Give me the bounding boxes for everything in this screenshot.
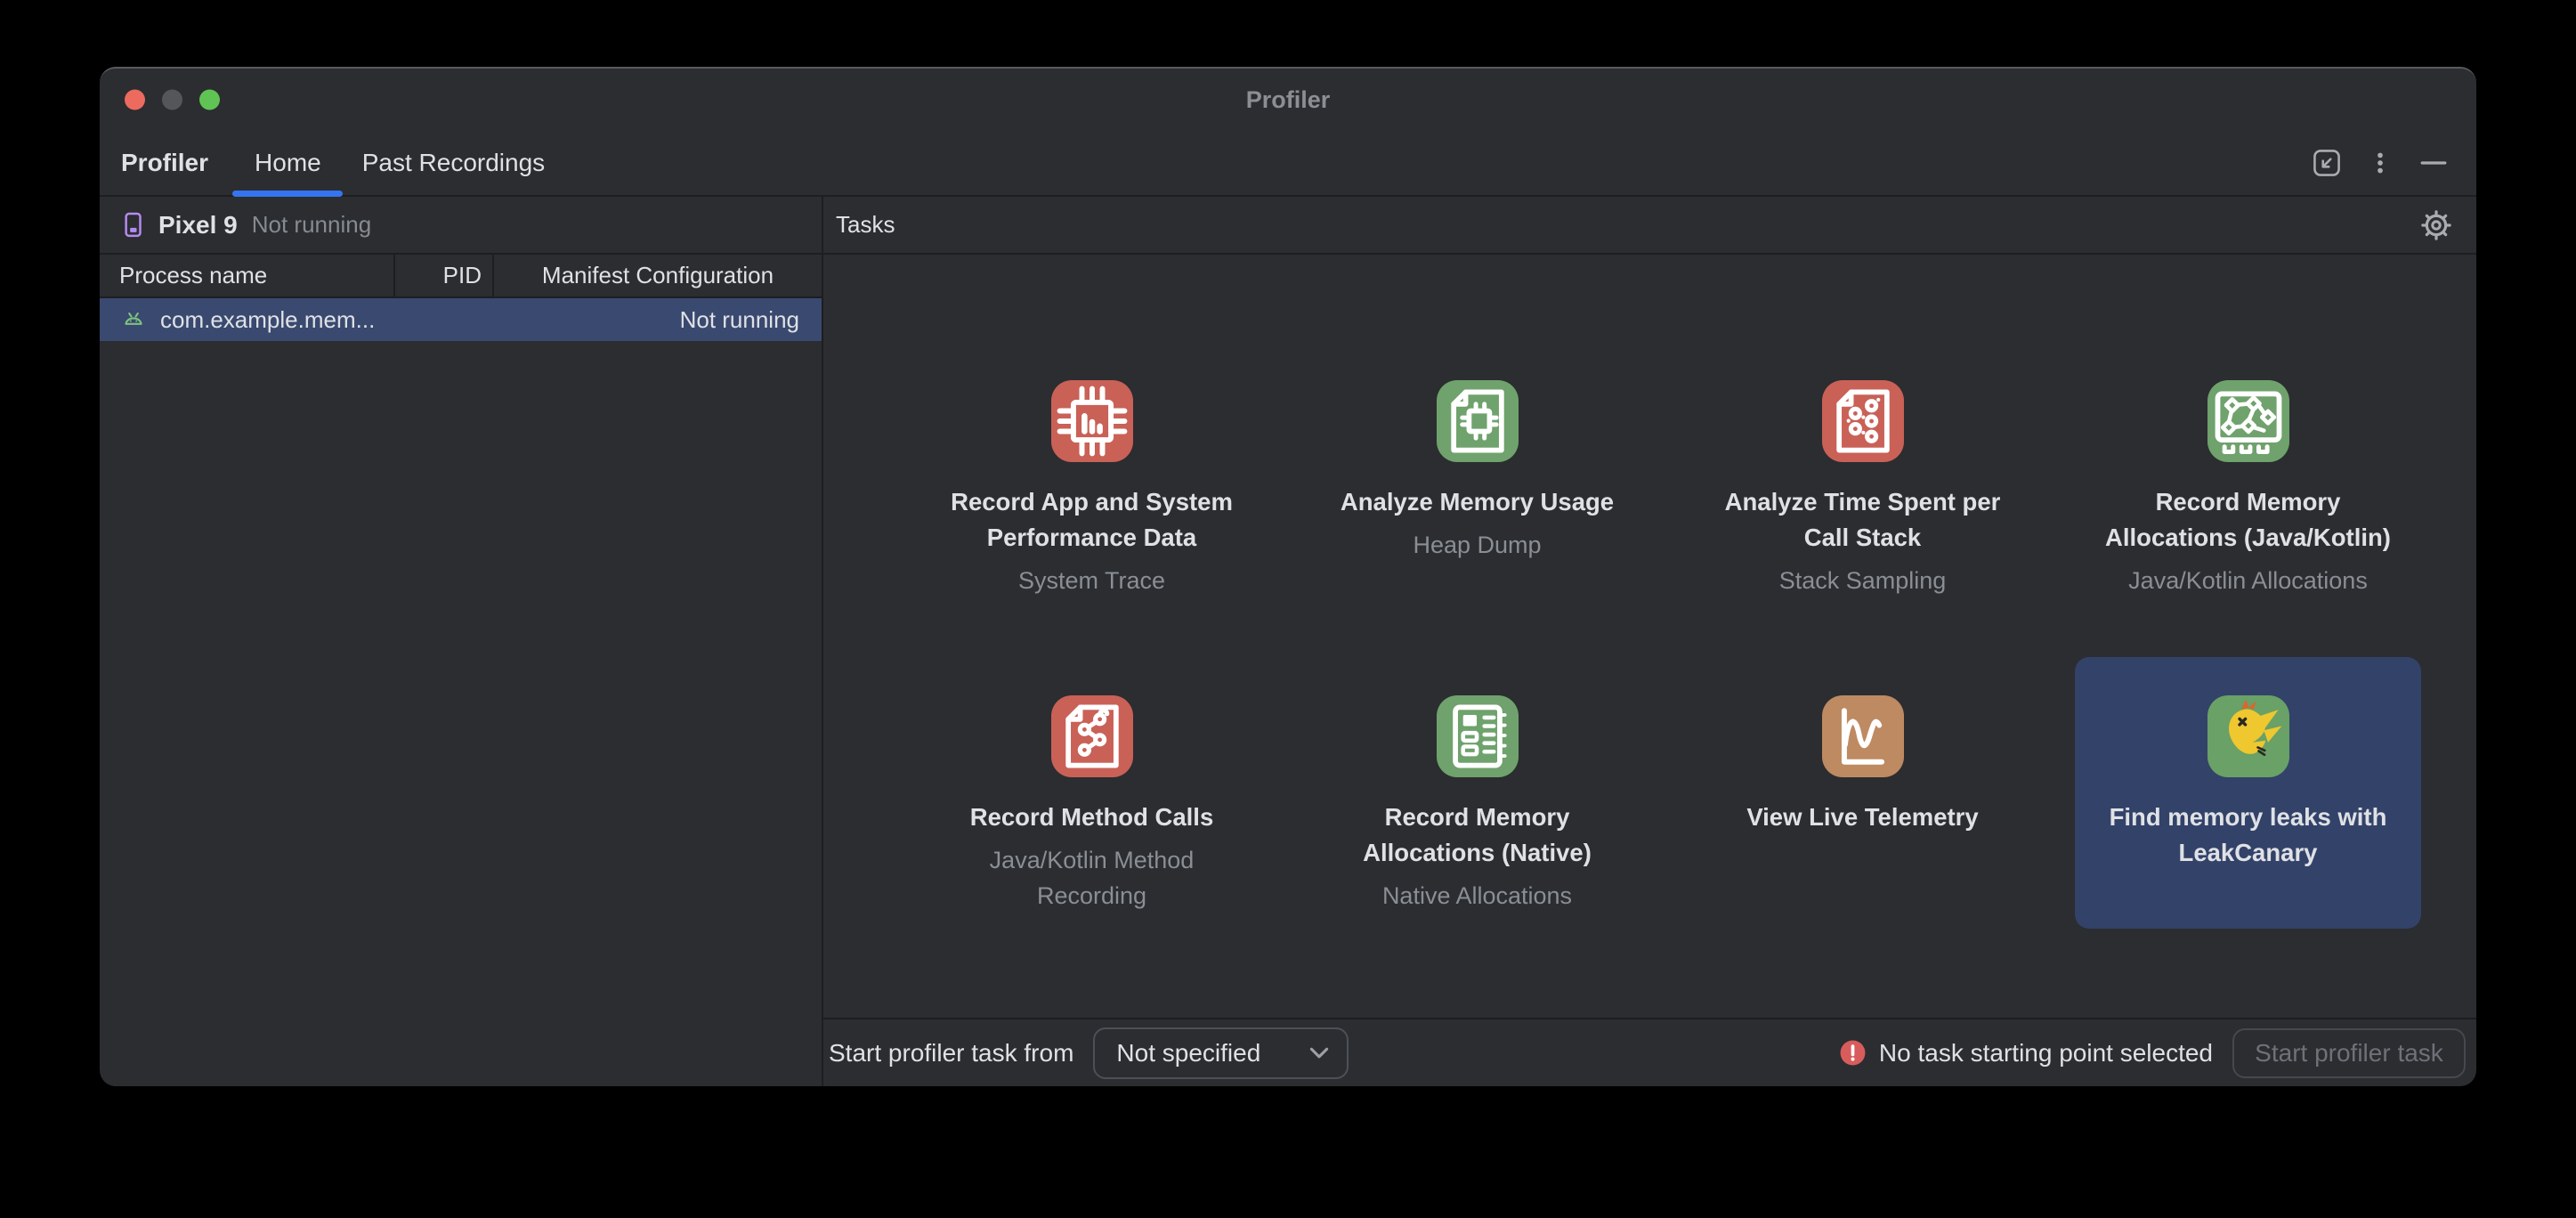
start-point-dropdown[interactable]: Not specified [1093,1027,1349,1079]
native-list-icon [1437,695,1519,777]
task-card-leakcanary[interactable]: Find memory leaks with LeakCanary [2075,657,2421,929]
document-chip-icon [1437,380,1519,462]
start-from-label: Start profiler task from [829,1039,1073,1068]
table-row-process[interactable]: com.example.mem... Not running [100,298,822,341]
device-icon [117,210,148,240]
task-card-live-telemetry[interactable]: View Live Telemetry [1689,657,2036,929]
error-icon [1839,1039,1867,1067]
gear-icon[interactable] [2418,207,2455,244]
process-table-header: Process name PID Manifest Configuration [100,255,822,298]
title-bar: Profiler [100,69,2476,131]
traffic-lights [125,90,220,110]
document-methods-icon [1051,695,1133,777]
start-profiler-task-button[interactable]: Start profiler task [2232,1028,2466,1078]
task-card-method-recording[interactable]: Record Method Calls Java/Kotlin Method R… [919,657,1265,929]
embed-window-icon[interactable] [2307,143,2346,183]
process-status: Not running [680,306,799,334]
process-list-panel: Pixel 9 Not running Process name PID Man… [100,197,823,1086]
device-status: Not running [252,211,371,239]
memory-module-icon [2207,380,2289,462]
column-pid[interactable]: PID [395,255,494,296]
task-grid-area: Record App and System Performance Data S… [823,255,2476,1018]
tab-past-recordings[interactable]: Past Recordings [362,131,545,195]
task-card-heap-dump[interactable]: Analyze Memory Usage Heap Dump [1304,342,1650,613]
more-options-icon[interactable] [2361,143,2400,183]
device-name: Pixel 9 [158,211,238,240]
tasks-title: Tasks [836,211,895,239]
zoom-window-button[interactable] [199,90,220,110]
tab-home[interactable]: Home [255,131,321,195]
tool-window-title: Profiler [121,149,208,177]
tab-bar: Profiler Home Past Recordings [100,131,2476,197]
tasks-header: Tasks [823,197,2476,255]
minimize-icon[interactable] [2414,143,2453,183]
chevron-down-icon [1309,1047,1329,1060]
column-manifest-configuration[interactable]: Manifest Configuration [494,255,822,296]
minimize-window-button[interactable] [162,90,182,110]
task-card-native-allocations[interactable]: Record Memory Allocations (Native) Nativ… [1304,657,1650,929]
task-card-java-kotlin-allocations[interactable]: Record Memory Allocations (Java/Kotlin) … [2075,342,2421,613]
warning-text: No task starting point selected [1879,1039,2213,1068]
task-card-system-trace[interactable]: Record App and System Performance Data S… [919,342,1265,613]
cpu-chart-icon [1051,380,1133,462]
column-process-name[interactable]: Process name [100,255,395,296]
android-icon [119,305,148,334]
device-header: Pixel 9 Not running [100,197,822,255]
task-footer-bar: Start profiler task from Not specified [823,1018,2476,1086]
process-name: com.example.mem... [160,306,375,334]
telemetry-chart-icon [1822,695,1904,777]
close-window-button[interactable] [125,90,145,110]
leakcanary-bird-icon [2207,695,2289,777]
document-callstack-icon [1822,380,1904,462]
profiler-window: Profiler Profiler Home Past Recordings [100,67,2476,1086]
window-title: Profiler [100,86,2476,114]
tasks-panel: Tasks [823,197,2476,1086]
task-card-stack-sampling[interactable]: Analyze Time Spent per Call Stack Stack … [1689,342,2036,613]
start-point-value: Not specified [1116,1039,1260,1068]
